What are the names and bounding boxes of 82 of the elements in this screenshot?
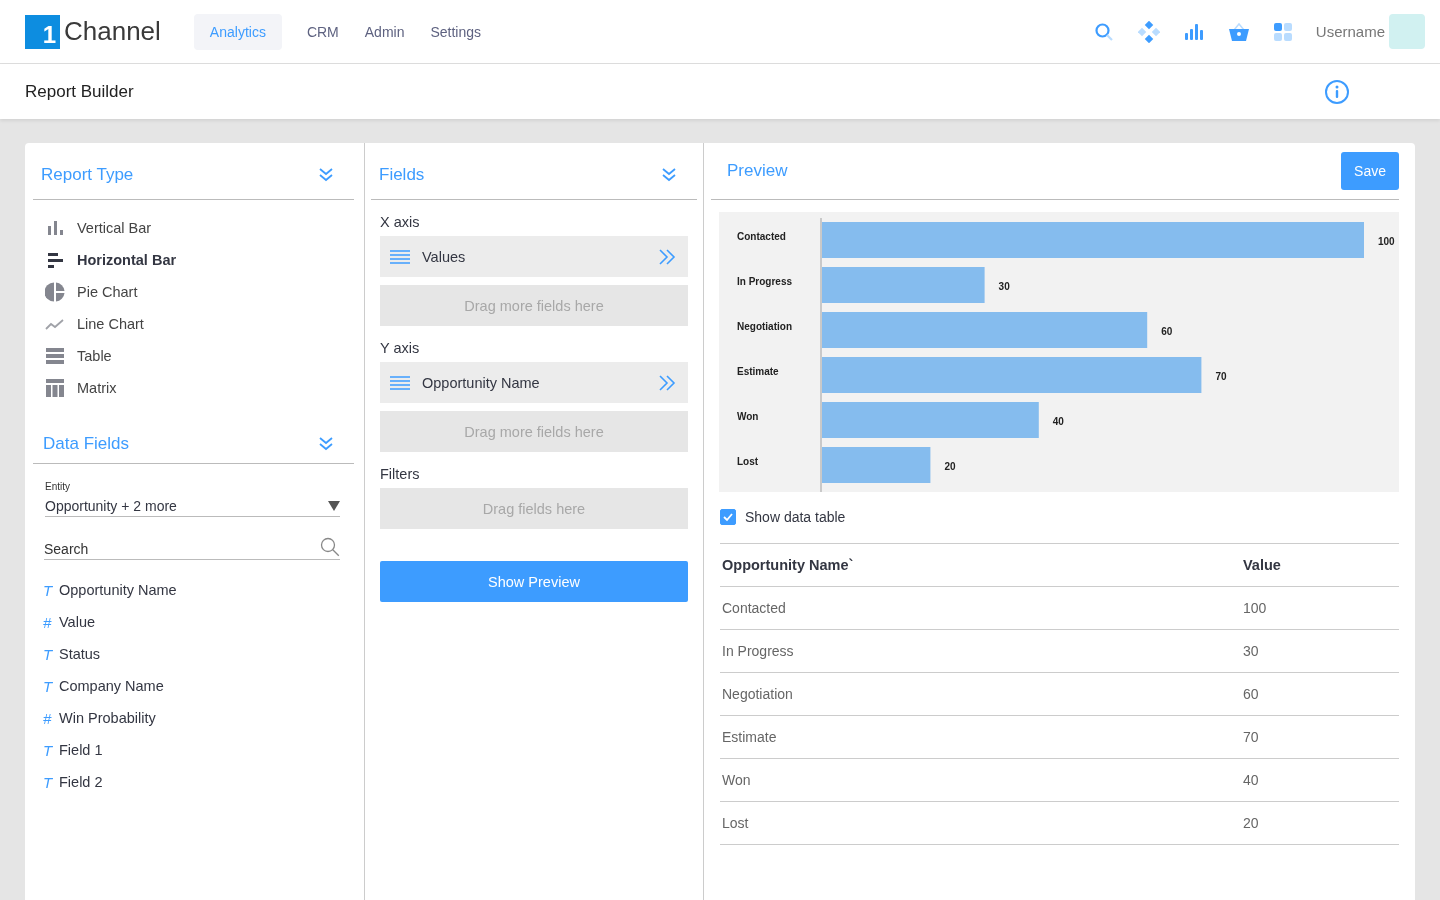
table-cell: Won xyxy=(720,758,1241,802)
logo-mark: 1 xyxy=(25,14,60,49)
table-cell: Estimate xyxy=(720,715,1241,759)
data-field-item[interactable]: Field 2 xyxy=(59,774,103,790)
filters-label: Filters xyxy=(380,466,421,482)
table-cell: Negotiation xyxy=(720,672,1241,716)
table-cell: In Progress xyxy=(720,629,1241,673)
category-label: Contacted xyxy=(737,231,786,242)
menu-icon xyxy=(390,375,410,390)
value-label: 60 xyxy=(1161,326,1173,337)
category-label: Lost xyxy=(737,456,759,467)
field-type-symbol: T xyxy=(43,773,51,791)
value-label: 100 xyxy=(1378,236,1395,247)
table-cell: Lost xyxy=(720,801,1241,845)
field-type-symbol: T xyxy=(43,677,51,695)
diamond-grid-icon[interactable] xyxy=(1137,20,1160,43)
value-label: 40 xyxy=(1052,416,1064,427)
double-chevron-icon[interactable] xyxy=(661,167,677,183)
field-type-symbol: T xyxy=(43,581,51,599)
page-title: Report Builder xyxy=(25,81,134,102)
category-label: In Progress xyxy=(737,276,793,287)
checkbox-label: Show data table xyxy=(745,509,846,525)
field-type-symbol: T xyxy=(43,741,51,759)
report-type-item[interactable]: Horizontal Bar xyxy=(45,244,354,276)
logo-text: Channel xyxy=(64,16,161,47)
value-label: 20 xyxy=(944,461,956,472)
category-label: Negotiation xyxy=(737,321,792,332)
data-field-item[interactable]: Field 1 xyxy=(59,742,103,758)
section-title: Preview xyxy=(727,161,788,181)
report-type-item[interactable]: Table xyxy=(45,340,354,372)
value-label: 70 xyxy=(1215,371,1227,382)
axis-label: X axis xyxy=(380,214,421,230)
username[interactable]: Username xyxy=(1315,23,1385,40)
data-field-item[interactable]: Value xyxy=(59,614,95,630)
double-chevron-right-icon xyxy=(658,248,676,265)
basket-icon[interactable] xyxy=(1227,21,1250,42)
section-title: Fields xyxy=(379,165,425,185)
data-field-item[interactable]: Status xyxy=(59,646,101,662)
table-cell: 70 xyxy=(1241,715,1399,759)
category-label: Won xyxy=(737,411,759,422)
vertical-bar-icon xyxy=(45,218,65,238)
table-cell: 30 xyxy=(1241,629,1399,673)
report-type-item[interactable]: Vertical Bar xyxy=(45,212,354,244)
bar-chart-icon[interactable] xyxy=(1183,23,1204,40)
table-cell: 40 xyxy=(1241,758,1399,802)
report-type-item[interactable]: Line Chart xyxy=(45,308,354,340)
search-icon[interactable] xyxy=(1093,21,1114,42)
table-icon xyxy=(45,346,65,366)
table-cell: Contacted xyxy=(720,586,1241,630)
search-icon xyxy=(320,537,340,557)
double-chevron-right-icon xyxy=(658,374,676,391)
field-type-symbol: # xyxy=(43,613,51,631)
info-icon[interactable] xyxy=(1324,78,1350,105)
section-title: Data Fields xyxy=(43,433,129,454)
matrix-icon xyxy=(45,378,65,398)
table-cell: 20 xyxy=(1241,801,1399,845)
field-chip[interactable]: Values xyxy=(380,236,688,277)
data-field-item[interactable]: Win Probability xyxy=(59,710,156,726)
report-type-item[interactable]: Matrix xyxy=(45,372,354,404)
field-type-symbol: # xyxy=(43,709,51,727)
field-chip[interactable]: Opportunity Name xyxy=(380,362,688,403)
section-title: Report Type xyxy=(41,165,134,185)
checkbox[interactable] xyxy=(720,509,736,525)
column-header: Opportunity Name` xyxy=(720,543,1241,587)
axis-label: Y axis xyxy=(380,340,421,356)
table-cell: 60 xyxy=(1241,672,1399,716)
table-cell: 100 xyxy=(1241,586,1399,630)
data-field-item[interactable]: Opportunity Name xyxy=(59,582,177,598)
menu-icon xyxy=(390,249,410,264)
report-type-item[interactable]: Pie Chart xyxy=(45,276,354,308)
horizontal-bar-icon xyxy=(45,250,65,270)
double-chevron-icon[interactable] xyxy=(318,167,334,183)
category-label: Estimate xyxy=(737,366,779,377)
pie-chart-icon xyxy=(45,282,65,302)
field-type-symbol: T xyxy=(43,645,51,663)
data-field-item[interactable]: Company Name xyxy=(59,678,164,694)
entity-select[interactable]: Entity Opportunity + 2 more xyxy=(45,476,340,517)
column-header: Value xyxy=(1241,543,1399,587)
caret-icon xyxy=(328,501,340,511)
value-label: 30 xyxy=(998,281,1010,292)
grid-icon[interactable] xyxy=(1273,22,1292,41)
double-chevron-icon[interactable] xyxy=(318,435,334,452)
